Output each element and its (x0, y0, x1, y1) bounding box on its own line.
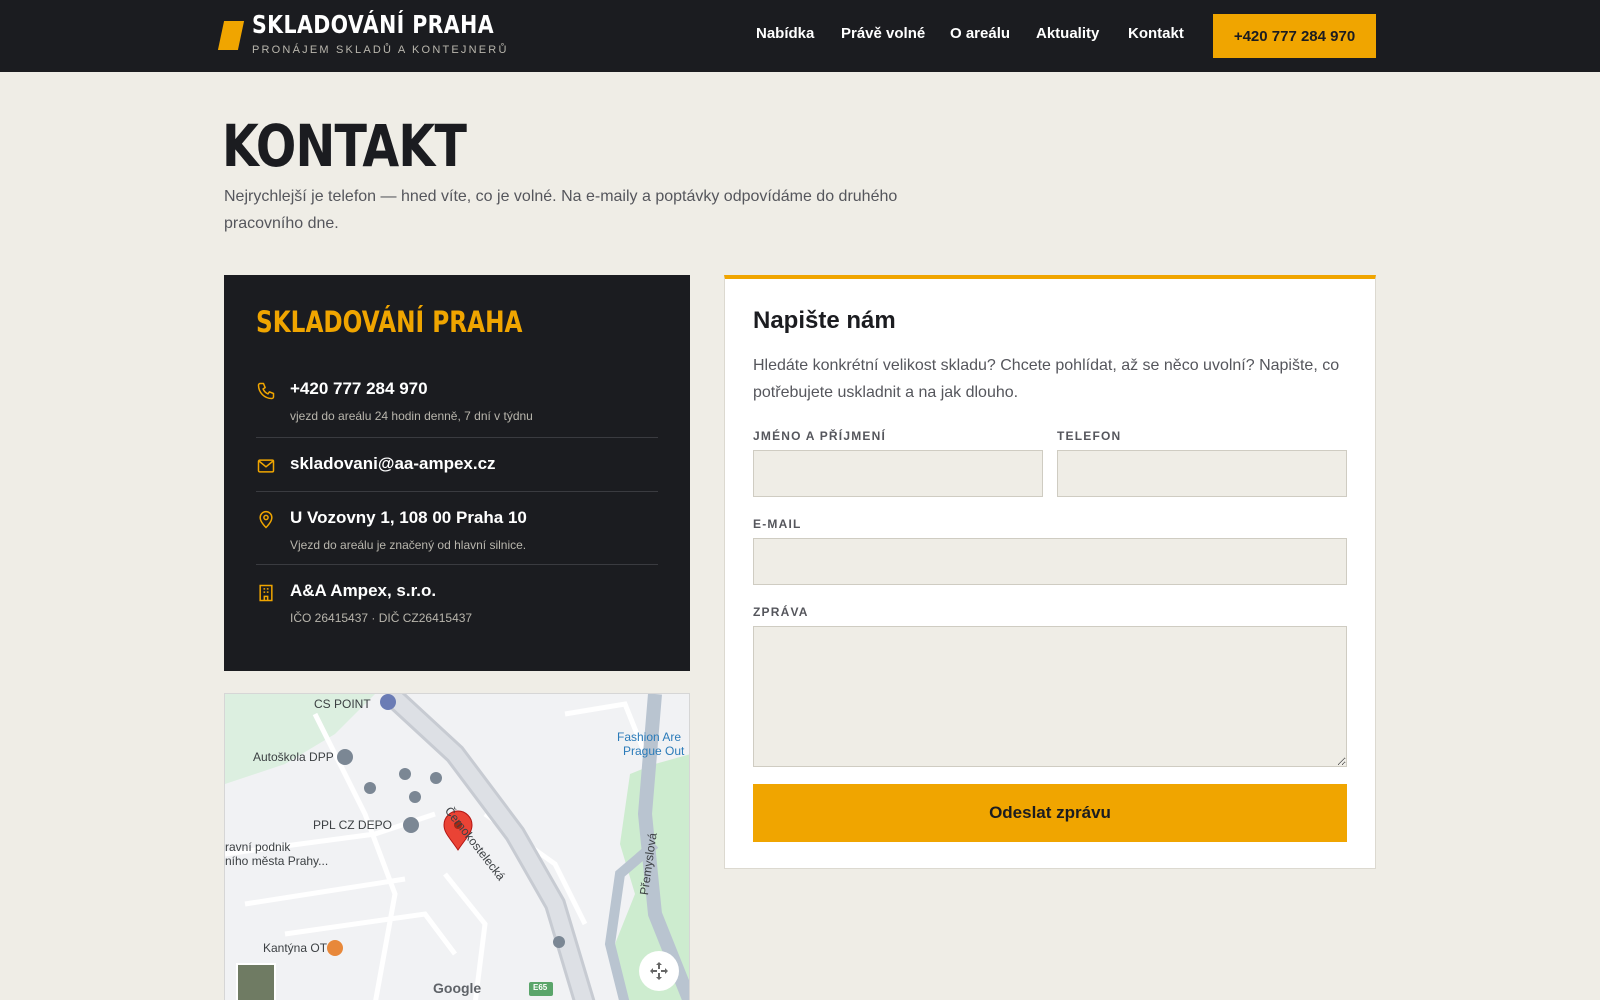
contact-row-company: A&A Ampex, s.r.o. IČO 26415437 · DIČ CZ2… (256, 581, 658, 631)
contact-row-phone: +420 777 284 970 vjezd do areálu 24 hodi… (256, 379, 658, 429)
map-label-kantyna: Kantýna OT (263, 941, 328, 955)
message-textarea[interactable] (753, 626, 1347, 767)
email-field-label: E-MAIL (753, 517, 802, 531)
phone-icon (257, 382, 275, 400)
contact-phone-note: vjezd do areálu 24 hodin denně, 7 dní v … (290, 409, 533, 423)
phone-input[interactable] (1057, 450, 1347, 497)
google-logo: Google (433, 980, 482, 996)
contact-row-address: U Vozovny 1, 108 00 Praha 10 Vjezd do ar… (256, 508, 658, 558)
map-label-autoskola: Autoškola DPP (253, 750, 334, 764)
contact-address-note: Vjezd do areálu je značený od hlavní sil… (290, 538, 527, 552)
map-label-ppl: PPL CZ DEPO (313, 818, 392, 832)
map-label-podnik-1: ravní podnik (225, 840, 291, 854)
contact-row-email: skladovani@aa-ampex.cz (256, 454, 658, 484)
map-label-fashion-2: Prague Out (623, 744, 685, 758)
nav-item-o-arealu[interactable]: O areálu (950, 25, 1010, 42)
location-pin-icon (259, 510, 273, 529)
map-label-cs-point: CS POINT (314, 697, 371, 711)
page-lead-text: Nejrychlejší je telefon — hned víte, co … (224, 188, 898, 232)
divider (256, 437, 658, 438)
contact-address: U Vozovny 1, 108 00 Praha 10 (290, 508, 527, 527)
contact-company-name: A&A Ampex, s.r.o. (290, 581, 437, 600)
logo-mark-icon[interactable] (217, 21, 245, 50)
nav-item-prave-volne[interactable]: Právě volné (841, 25, 925, 42)
form-intro-text: Hledáte konkrétní velikost skladu? Chcet… (753, 357, 1340, 401)
contact-form-card: Napište nám Hledáte konkrétní velikost s… (724, 275, 1376, 869)
brand-subtitle: PRONÁJEM SKLADŮ A KONTEJNERŮ (252, 44, 509, 56)
contact-company-ids: IČO 26415437 · DIČ CZ26415437 (290, 611, 473, 625)
nav-item-kontakt[interactable]: Kontakt (1128, 25, 1184, 42)
nav-item-aktuality[interactable]: Aktuality (1036, 25, 1099, 42)
email-input[interactable] (753, 538, 1347, 585)
brand-title[interactable]: SKLADOVÁNÍ PRAHA (252, 10, 494, 39)
name-field-label: JMÉNO A PŘÍJMENÍ (753, 429, 886, 443)
contact-card-title: SKLADOVÁNÍ PRAHA (256, 305, 523, 339)
contact-phone-link[interactable]: +420 777 284 970 (290, 379, 428, 399)
contact-info-card: SKLADOVÁNÍ PRAHA +420 777 284 970 vjezd … (224, 275, 690, 671)
location-map[interactable]: CS POINT Autoškola DPP PPL CZ DEPO ravní… (224, 693, 690, 1000)
map-label-podnik-2: ního města Prahy... (225, 854, 329, 868)
map-road-badge: E65 (533, 983, 548, 992)
submit-message-button[interactable]: Odeslat zprávu (753, 784, 1347, 842)
form-title: Napište nám (753, 307, 896, 334)
page-title: KONTAKT (222, 112, 467, 180)
name-input[interactable] (753, 450, 1043, 497)
divider (256, 491, 658, 492)
contact-email-link[interactable]: skladovani@aa-ampex.cz (290, 454, 496, 474)
map-fullscreen-icon[interactable] (647, 959, 671, 983)
call-phone-button[interactable]: +420 777 284 970 (1213, 14, 1376, 58)
building-icon (259, 584, 273, 602)
divider (256, 564, 658, 565)
mail-icon (257, 459, 275, 473)
top-navigation-bar: SKLADOVÁNÍ PRAHA PRONÁJEM SKLADŮ A KONTE… (0, 0, 1600, 72)
nav-item-nabidka[interactable]: Nabídka (756, 25, 814, 42)
map-label-fashion-1: Fashion Are (617, 730, 682, 744)
message-field-label: ZPRÁVA (753, 605, 809, 619)
phone-field-label: TELEFON (1057, 429, 1122, 443)
